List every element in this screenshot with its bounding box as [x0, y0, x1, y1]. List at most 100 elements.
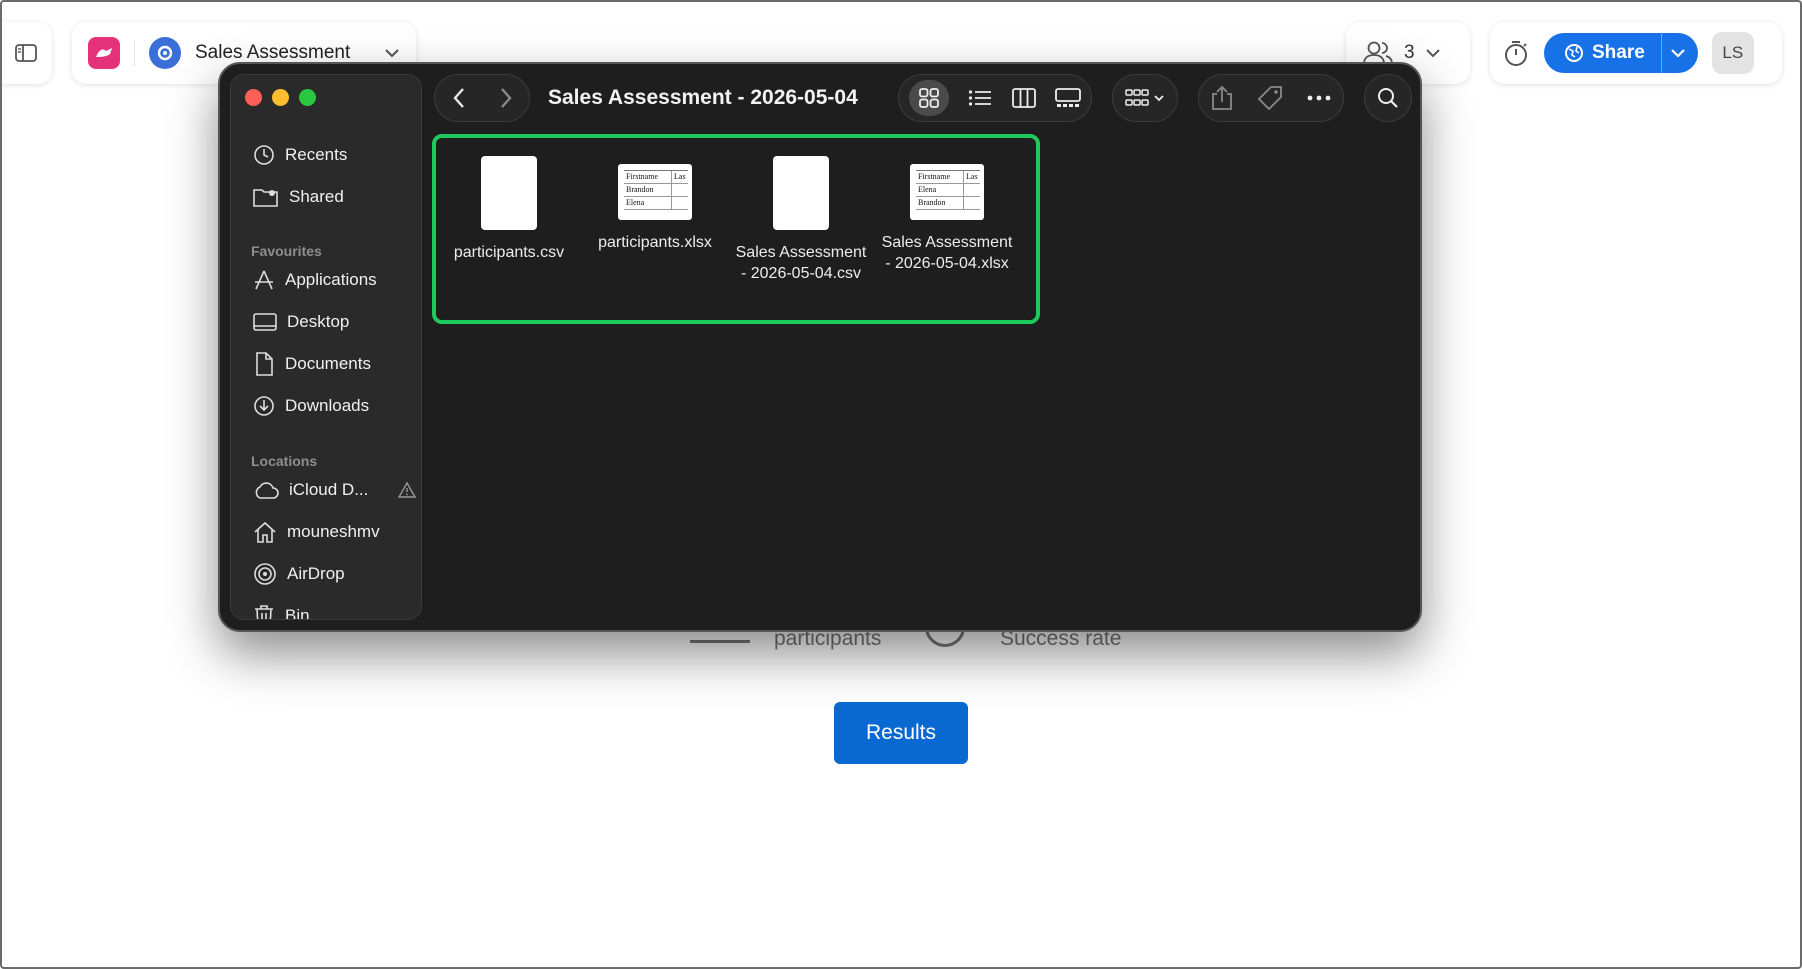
window-controls [245, 89, 316, 106]
sidebar-item-label: Desktop [287, 312, 350, 331]
tag-button[interactable] [1257, 80, 1283, 116]
trash-icon [255, 605, 273, 619]
forward-icon [500, 88, 512, 108]
sidebar-item-label: Applications [285, 270, 377, 289]
share-file-button[interactable] [1211, 80, 1233, 116]
sidebar-item-label: iCloud D... [289, 480, 369, 499]
shared-folder-icon [253, 189, 278, 207]
search-icon [1378, 88, 1398, 108]
sidebar-section-locations: Locations [251, 453, 318, 469]
sidebar-toggle-button[interactable] [0, 22, 52, 84]
desktop-icon [253, 313, 277, 331]
column-view-button[interactable] [1011, 80, 1036, 116]
forward-button[interactable] [499, 80, 513, 116]
sidebar-item-label: mouneshmv [287, 522, 380, 541]
actions-group [1198, 74, 1344, 122]
sidebar-item-applications[interactable]: Applications [253, 263, 413, 297]
file-item[interactable]: Sales Assessment - 2026-05-04.csv [728, 152, 874, 284]
file-item[interactable]: FirstnameLastn Brandon Elena participant… [582, 152, 728, 253]
preview-cell [964, 184, 978, 196]
document-icon [256, 352, 273, 376]
sidebar-item-recents[interactable]: Recents [253, 138, 413, 172]
sidebar-item-documents[interactable]: Documents [253, 347, 413, 381]
sidebar-item-bin[interactable]: Bin [253, 599, 413, 620]
search-button[interactable] [1364, 74, 1412, 122]
app-logo-icon [88, 37, 120, 69]
group-by-icon [1125, 89, 1164, 106]
list-view-button[interactable] [968, 80, 992, 116]
file-name: participants.xlsx [598, 234, 712, 251]
preview-cell: Firstname [916, 171, 964, 183]
share-icon [1212, 85, 1232, 110]
sidebar-item-shared[interactable]: Shared [253, 180, 413, 214]
file-item[interactable]: participants.csv [436, 152, 582, 263]
spreadsheet-preview: FirstnameLastn Elena Brandon [916, 170, 980, 214]
file-name: participants.csv [453, 244, 565, 261]
sidebar-item-label: AirDrop [287, 564, 345, 583]
icon-view-button[interactable] [908, 80, 949, 116]
sidebar-item-label: Shared [289, 187, 344, 206]
file-item[interactable]: FirstnameLastn Elena Brandon Sales Asses… [874, 152, 1020, 274]
icon-view-icon [918, 88, 939, 108]
preview-cell: Firstname [624, 171, 672, 183]
back-button[interactable] [452, 80, 466, 116]
top-right-actions: Share LS [1490, 22, 1782, 84]
zoom-window-button[interactable] [299, 89, 316, 106]
chevron-down-icon[interactable] [1670, 48, 1686, 58]
download-icon [254, 396, 274, 416]
close-window-button[interactable] [245, 89, 262, 106]
preview-cell [672, 197, 686, 209]
sidebar-item-desktop[interactable]: Desktop [253, 305, 413, 339]
preview-cell: Lastn [674, 172, 686, 181]
globe-icon [1565, 44, 1583, 62]
navigation-group [434, 74, 530, 122]
more-button[interactable] [1307, 80, 1331, 116]
preview-cell: Elena [624, 197, 672, 209]
file-name-line: Sales Assessment [735, 244, 867, 261]
csv-file-icon [481, 156, 537, 230]
chevron-down-icon [1425, 49, 1440, 58]
finder-window: Recents Shared Favourites Applications D… [218, 62, 1422, 632]
xlsx-file-icon: FirstnameLastn Elena Brandon [910, 164, 984, 220]
sidebar-item-home[interactable]: mouneshmv [253, 515, 413, 549]
file-name: Sales Assessment - 2026-05-04.csv [728, 242, 874, 284]
timer-icon[interactable] [1502, 39, 1530, 67]
list-view-icon [969, 90, 992, 106]
sidebar-item-icloud[interactable]: iCloud D... [253, 473, 417, 507]
file-name-line: Sales Assessment [881, 234, 1013, 251]
minimize-window-button[interactable] [272, 89, 289, 106]
document-title: Sales Assessment [195, 42, 351, 63]
column-view-icon [1011, 88, 1036, 108]
applications-icon [255, 270, 273, 290]
share-label: Share [1592, 42, 1645, 63]
gallery-view-button[interactable] [1055, 80, 1082, 116]
preview-cell: Brandon [916, 197, 964, 209]
chevron-down-icon [385, 49, 399, 58]
sidebar-item-downloads[interactable]: Downloads [253, 389, 413, 423]
spreadsheet-preview: FirstnameLastn Brandon Elena [624, 170, 688, 214]
share-button[interactable]: Share [1544, 33, 1698, 73]
preview-cell [672, 184, 686, 196]
group-by-button[interactable] [1112, 74, 1178, 122]
window-title: Sales Assessment - 2026-05-04 [548, 86, 858, 109]
preview-cell: Elena [916, 184, 964, 196]
sidebar-item-label: Bin [285, 606, 310, 620]
preview-cell [964, 197, 978, 209]
xlsx-file-icon: FirstnameLastn Brandon Elena [618, 164, 692, 220]
csv-file-icon [773, 156, 829, 230]
finder-sidebar: Recents Shared Favourites Applications D… [230, 74, 422, 620]
clock-icon [254, 145, 274, 165]
sidebar-item-airdrop[interactable]: AirDrop [253, 557, 413, 591]
preview-cell: Lastn [966, 172, 978, 181]
file-name-line: - 2026-05-04.csv [740, 265, 862, 282]
more-icon [1307, 95, 1331, 101]
avatar[interactable]: LS [1711, 32, 1754, 74]
file-name: Sales Assessment - 2026-05-04.xlsx [874, 232, 1020, 274]
results-button[interactable]: Results [834, 702, 968, 764]
divider [1660, 33, 1662, 73]
sidebar-item-label: Documents [285, 354, 371, 373]
cloud-icon [255, 482, 279, 499]
file-name-line: - 2026-05-04.xlsx [885, 255, 1009, 272]
sidebar-item-label: Downloads [285, 396, 370, 415]
home-icon [254, 521, 276, 543]
